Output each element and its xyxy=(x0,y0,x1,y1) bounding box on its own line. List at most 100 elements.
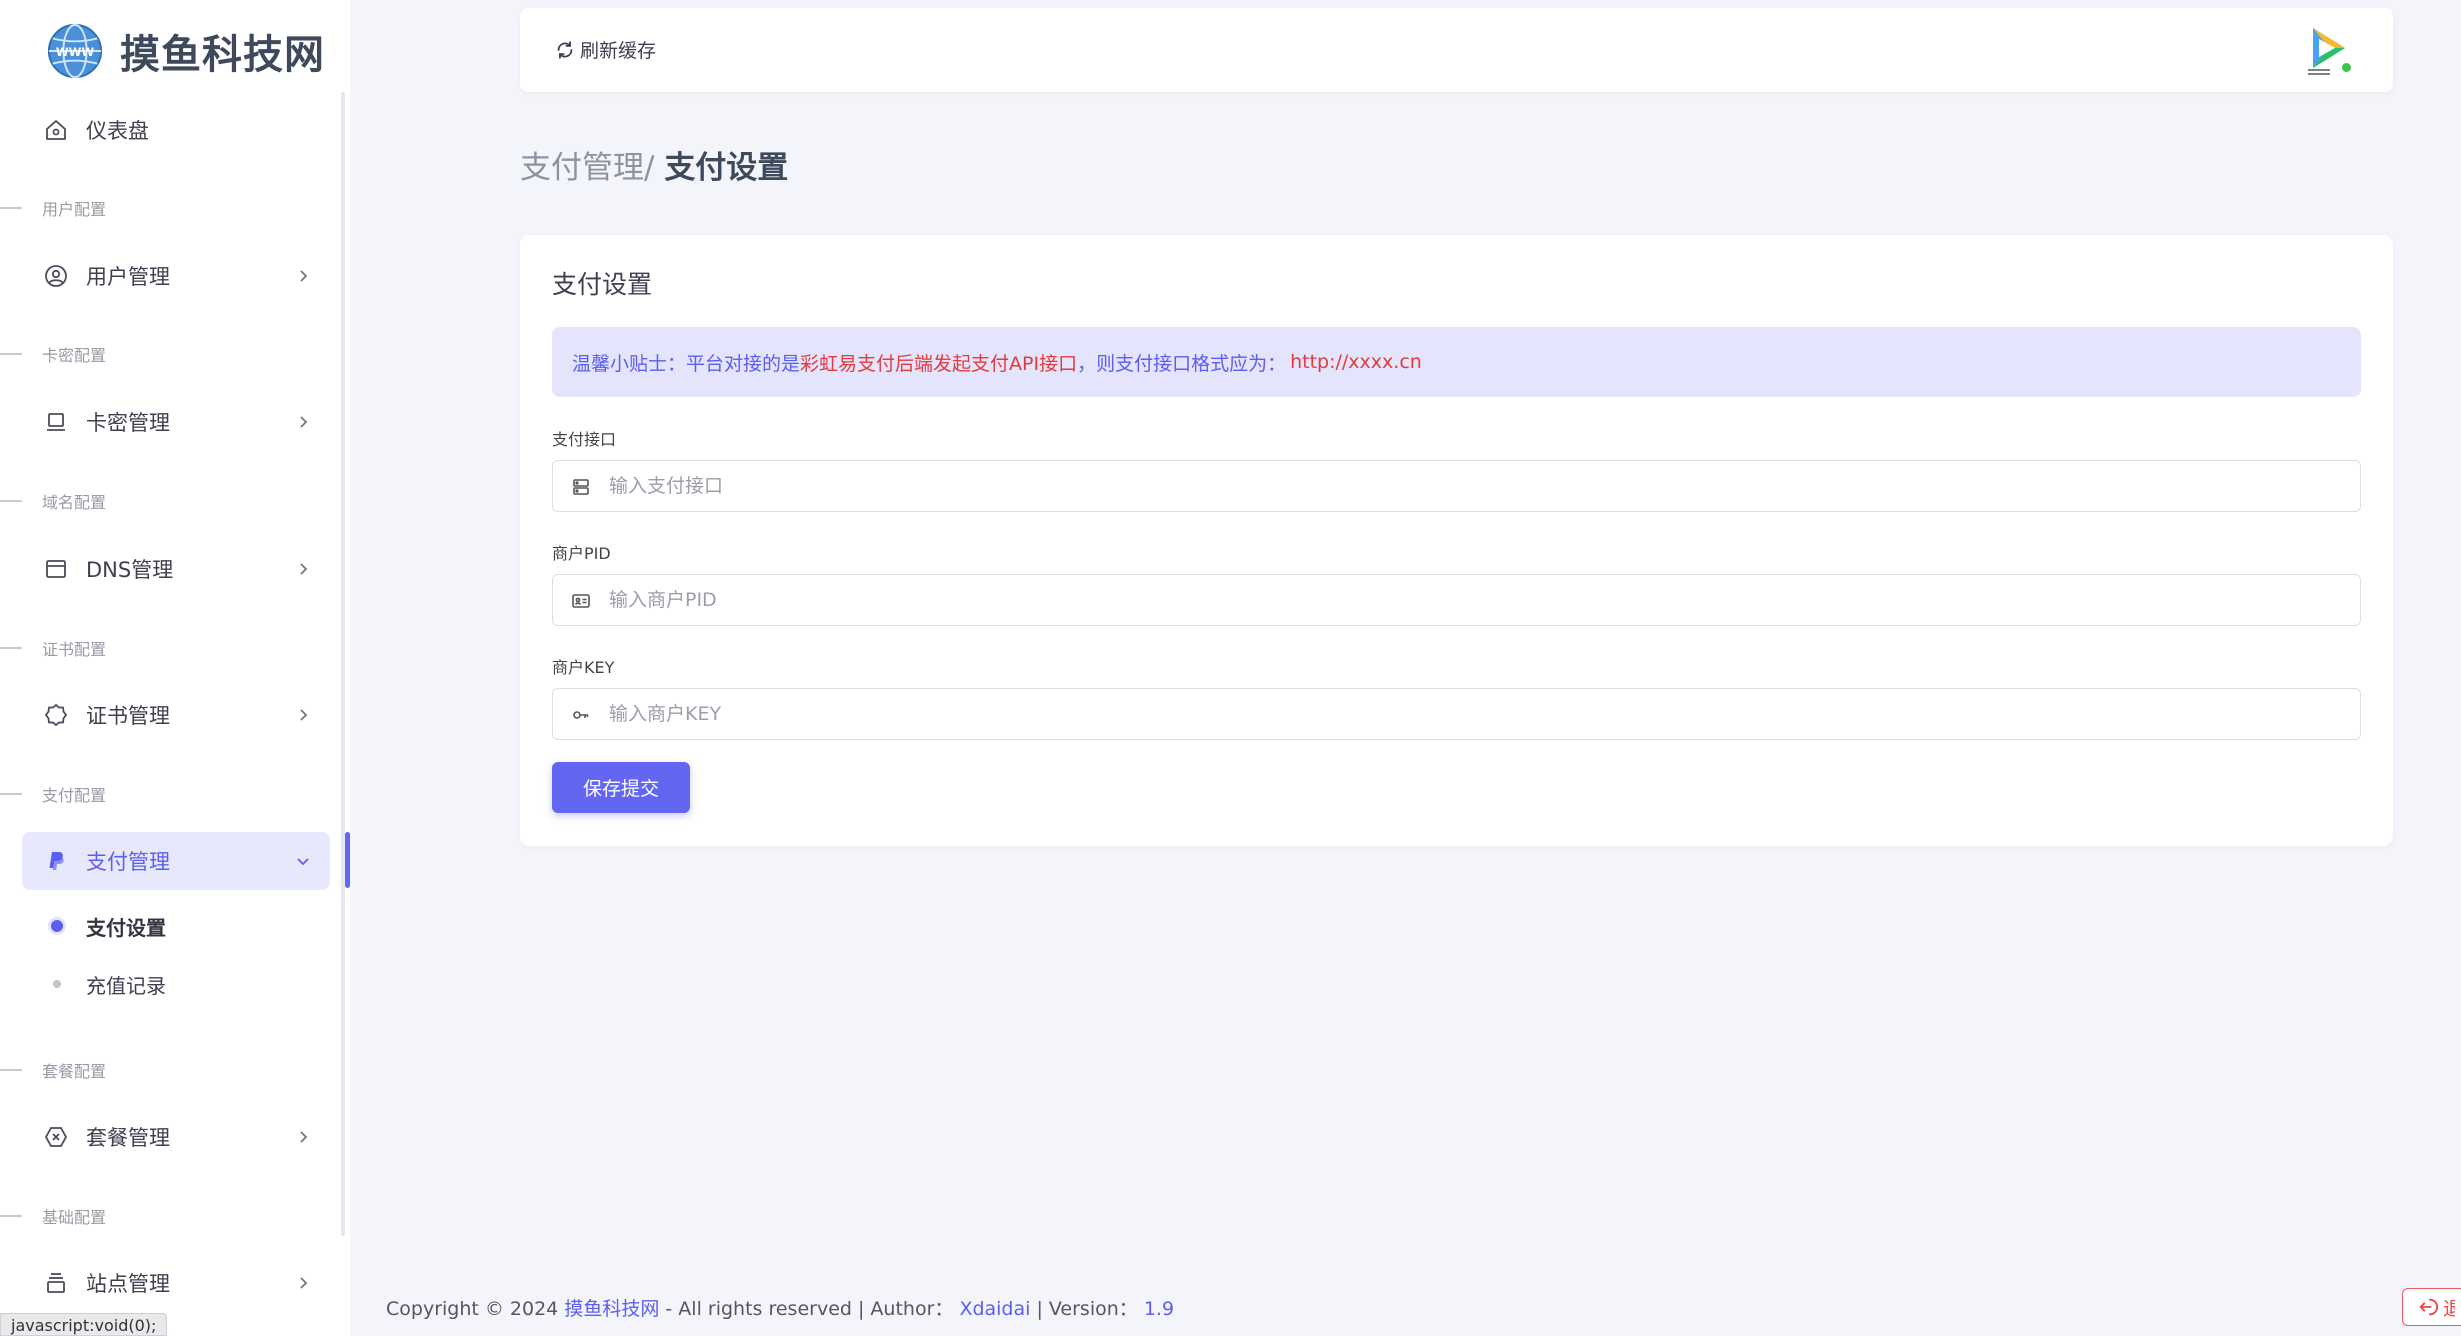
chevron-right-icon xyxy=(300,416,308,428)
sidebar-item-dashboard[interactable]: 仪表盘 xyxy=(22,101,330,159)
merchant-pid-label: 商户PID xyxy=(552,544,611,563)
section-divider xyxy=(0,1069,22,1071)
sidebar-item-dns-management[interactable]: DNS管理 xyxy=(22,540,330,598)
section-divider xyxy=(0,1215,22,1217)
alert-example-url: http://xxxx.cn xyxy=(1290,351,1422,373)
id-card-icon xyxy=(572,594,590,608)
save-submit-button[interactable]: 保存提交 xyxy=(552,762,690,813)
alert-highlight: 彩虹易支付后端发起支付API接口 xyxy=(800,352,1078,375)
sidebar-subitem-label: 支付设置 xyxy=(86,915,166,940)
sidebar-section-basic-config: 基础配置 xyxy=(0,1204,106,1228)
logout-label: 退出 xyxy=(2443,1297,2455,1320)
refresh-icon xyxy=(557,40,573,59)
breadcrumb: 支付管理/ 支付设置 xyxy=(520,142,788,187)
section-title: 支付配置 xyxy=(42,786,107,805)
dot-icon xyxy=(53,980,61,988)
sidebar-section-card-config: 卡密配置 xyxy=(0,342,106,366)
key-icon xyxy=(573,711,589,719)
footer: Copyright © 2024 摸鱼科技网 - All rights rese… xyxy=(386,1294,1174,1321)
sidebar-item-site-management[interactable]: 站点管理 xyxy=(22,1254,330,1312)
section-divider xyxy=(0,207,22,209)
alert-middle: ，则支付接口格式应为： xyxy=(1077,352,1287,375)
sidebar-item-package-management[interactable]: 套餐管理 xyxy=(22,1108,330,1166)
browser-window-icon xyxy=(46,560,66,578)
sidebar-active-indicator xyxy=(345,832,350,888)
badge-icon xyxy=(44,703,68,727)
section-title: 用户配置 xyxy=(42,200,107,219)
sidebar-subitem-label: 充值记录 xyxy=(86,973,166,998)
merchant-pid-field[interactable] xyxy=(552,574,2361,626)
card-title: 支付设置 xyxy=(552,270,653,299)
sidebar-scrollbar[interactable] xyxy=(341,92,345,1236)
chevron-right-icon xyxy=(300,1277,308,1289)
sidebar-section-cert-config: 证书配置 xyxy=(0,636,106,660)
chevron-right-icon xyxy=(300,1131,308,1143)
section-title: 证书配置 xyxy=(42,640,107,659)
svg-text:WWW: WWW xyxy=(56,45,95,59)
merchant-key-field[interactable] xyxy=(552,688,2361,740)
chevron-down-icon xyxy=(297,858,309,866)
sidebar-item-label: 证书管理 xyxy=(86,704,170,728)
chevron-right-icon xyxy=(300,563,308,575)
merchant-key-label: 商户KEY xyxy=(552,658,615,677)
section-divider xyxy=(0,353,22,355)
sidebar-item-label: 用户管理 xyxy=(86,265,170,289)
sidebar-section-payment-config: 支付配置 xyxy=(0,782,106,806)
home-icon xyxy=(46,120,66,140)
section-divider xyxy=(0,500,22,502)
user-circle-icon xyxy=(45,265,67,287)
sidebar-subitem-payment-settings[interactable]: 支付设置 xyxy=(22,904,322,948)
refresh-cache-label: 刷新缓存 xyxy=(580,40,657,62)
sidebar-item-label: 卡密管理 xyxy=(86,411,170,435)
user-avatar[interactable] xyxy=(2299,22,2355,78)
top-navbar: 刷新缓存 xyxy=(520,8,2393,92)
browser-status-url: javascript:void(0); xyxy=(0,1313,168,1336)
sidebar-item-label: 支付管理 xyxy=(86,850,170,874)
merchant-key-input[interactable] xyxy=(609,689,2349,739)
footer-version: 1.9 xyxy=(1143,1298,1175,1320)
section-divider xyxy=(0,793,22,795)
footer-rights: - All rights reserved | Author： xyxy=(665,1298,954,1320)
hexagon-icon xyxy=(44,1127,68,1147)
payment-api-field[interactable] xyxy=(552,460,2361,512)
chevron-right-icon xyxy=(300,270,308,282)
breadcrumb-parent[interactable]: 支付管理/ xyxy=(520,150,654,186)
merchant-pid-input[interactable] xyxy=(609,575,2349,625)
section-title: 卡密配置 xyxy=(42,346,107,365)
online-status-dot xyxy=(2340,61,2353,74)
active-dot-icon xyxy=(51,920,63,932)
refresh-cache-button[interactable]: 刷新缓存 xyxy=(554,36,656,63)
sidebar-item-cert-management[interactable]: 证书管理 xyxy=(22,686,330,744)
logout-icon xyxy=(2419,1298,2439,1316)
section-divider xyxy=(0,647,22,649)
sidebar-item-label: 套餐管理 xyxy=(86,1126,170,1150)
payment-api-label: 支付接口 xyxy=(552,430,617,449)
section-title: 域名配置 xyxy=(42,493,107,512)
footer-copyright: Copyright © 2024 xyxy=(386,1298,559,1320)
sidebar-item-card-management[interactable]: 卡密管理 xyxy=(22,393,330,451)
sidebar-item-label: DNS管理 xyxy=(86,558,174,582)
breadcrumb-current: 支付设置 xyxy=(664,150,789,186)
footer-site-link[interactable]: 摸鱼科技网 xyxy=(564,1298,659,1320)
brand[interactable]: WWW 摸鱼科技网 xyxy=(46,18,325,84)
sidebar-subitem-recharge-records[interactable]: 充值记录 xyxy=(22,962,322,1006)
brand-name: 摸鱼科技网 xyxy=(120,32,325,78)
stack-icon xyxy=(47,1273,65,1293)
laptop-icon xyxy=(47,413,65,431)
paypal-icon xyxy=(49,852,64,870)
alert-prefix: 温馨小贴士：平台对接的是 xyxy=(572,352,801,375)
sidebar-section-package-config: 套餐配置 xyxy=(0,1058,106,1082)
chevron-right-icon xyxy=(300,709,308,721)
footer-author-link[interactable]: Xdaidai xyxy=(959,1298,1030,1320)
footer-version-label: | Version： xyxy=(1036,1298,1138,1320)
sidebar-item-user-management[interactable]: 用户管理 xyxy=(22,247,330,305)
sidebar-section-user-config: 用户配置 xyxy=(0,196,106,220)
sidebar-item-payment-management[interactable]: 支付管理 xyxy=(22,832,330,890)
logout-button[interactable]: 退出 xyxy=(2402,1288,2461,1326)
sidebar-section-domain-config: 域名配置 xyxy=(0,489,106,513)
sidebar: WWW 摸鱼科技网 仪表盘 用户配置 用户管理 卡密配置 卡密管理 域名配置 D… xyxy=(0,0,350,1336)
section-title: 套餐配置 xyxy=(42,1062,107,1081)
payment-api-input[interactable] xyxy=(609,461,2349,511)
payment-settings-card: 支付设置 温馨小贴士：平台对接的是 彩虹易支付后端发起支付API接口 ，则支付接… xyxy=(520,235,2393,846)
sidebar-item-label: 仪表盘 xyxy=(86,119,149,143)
